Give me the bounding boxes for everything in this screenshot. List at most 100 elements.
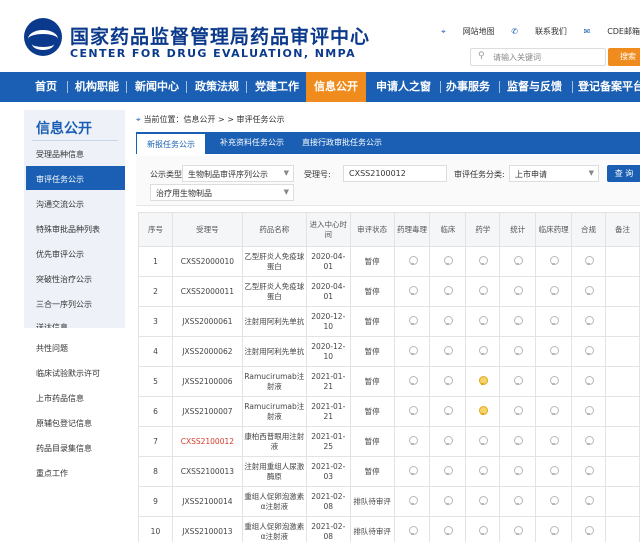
nav-item-party[interactable]: 党建工作 <box>255 72 299 102</box>
nav-item-applicant[interactable]: 申请人之窗 <box>376 72 431 102</box>
row-accept-no[interactable]: JXSS2100013 <box>171 516 243 542</box>
row-entry-date: 2021-01-21 <box>305 366 351 397</box>
row-accept-no[interactable]: CXSS2100013 <box>171 456 243 487</box>
row-accept-no[interactable]: CXSS2000010 <box>171 246 243 277</box>
sidebar-item-breakthrough[interactable]: 突破性治疗公示 <box>36 274 92 285</box>
sidebar-item-marketed-drugs[interactable]: 上市药品信息 <box>36 393 84 404</box>
sidebar-item-clinical-trial[interactable]: 临床试验默示许可 <box>36 368 100 379</box>
tab-direct-approval[interactable]: 直接行政审批任务公示 <box>302 132 382 154</box>
mail-link[interactable]: ✉ CDE邮箱 <box>583 26 640 37</box>
sub-category-select[interactable]: 治疗用生物制品 ▼ <box>150 184 294 201</box>
row-stage-cell <box>499 486 537 517</box>
row-stage-cell <box>429 516 467 542</box>
table-row[interactable]: 6 JXSS2100007 Ramucirumab注射液 2021-01-21 暂停 <box>138 396 640 427</box>
sidebar-item-priority[interactable]: 优先审评公示 <box>36 249 84 260</box>
lightbulb-icon <box>514 345 524 355</box>
cde-logo[interactable] <box>24 18 62 56</box>
lightbulb-icon <box>550 375 560 385</box>
row-stage-cell <box>571 486 606 517</box>
sitemap-link[interactable]: ⌖ 网站地图 <box>441 26 495 37</box>
nav-divider <box>246 81 247 93</box>
nav-item-services[interactable]: 办事服务 <box>446 72 490 102</box>
sidebar-divider <box>32 140 118 141</box>
lightbulb-icon <box>444 285 454 295</box>
mail-icon: ✉ <box>583 27 591 36</box>
lightbulb-icon <box>585 375 595 385</box>
lightbulb-icon <box>585 315 595 325</box>
row-stage-cell <box>535 486 573 517</box>
row-stage-cell <box>499 456 537 487</box>
row-accept-no[interactable]: JXSS2000061 <box>171 306 243 337</box>
lightbulb-icon <box>550 255 560 265</box>
accept-no-input[interactable]: CXSS2100012 <box>343 165 447 182</box>
table-header-row: 序号 受理号 药品名称 进入中心时间 审评状态 药理毒理 临床 药学 统计 临床… <box>138 212 640 247</box>
task-type-select[interactable]: 上市申请 ▼ <box>509 165 599 182</box>
tab-supplementary[interactable]: 补充资料任务公示 <box>220 132 284 154</box>
table-row[interactable]: 2 CXSS2000011 乙型肝炎人免疫球蛋白 2020-04-01 暂停 <box>138 276 640 307</box>
col-header-clinical: 临床 <box>429 212 467 247</box>
sidebar-item-key-work[interactable]: 重点工作 <box>36 468 68 479</box>
top-links: ⌖ 网站地图 ✆ 联系我们 ✉ CDE邮箱 <box>427 26 640 37</box>
row-no: 3 <box>138 306 173 337</box>
col-header-remark: 备注 <box>604 212 640 247</box>
sidebar-item-common-issues[interactable]: 共性问题 <box>36 343 68 354</box>
nav-item-registration[interactable]: 登记备案平台 <box>578 72 640 102</box>
row-stage-cell <box>571 276 606 307</box>
col-header-accept-no: 受理号 <box>171 212 243 247</box>
row-stage-cell <box>571 246 606 277</box>
row-remark <box>604 456 640 487</box>
query-button[interactable]: 查 询 <box>607 165 640 182</box>
table-row[interactable]: 9 JXSS2100014 重组人促卵泡激素α注射液 2021-02-08 排队待审评 <box>138 486 640 517</box>
nav-item-about[interactable]: 机构职能 <box>75 72 119 102</box>
nav-item-news[interactable]: 新闻中心 <box>135 72 179 102</box>
nav-item-home[interactable]: 首页 <box>35 72 57 102</box>
nav-item-feedback[interactable]: 监督与反馈 <box>507 72 562 102</box>
row-stage-cell <box>499 306 537 337</box>
row-stage-cell <box>393 486 431 517</box>
table-row[interactable]: 5 JXSS2100006 Ramucirumab注射液 2021-01-21 暂停 <box>138 366 640 397</box>
row-stage-cell <box>535 276 573 307</box>
breadcrumb-path[interactable]: 信息公开 > > 审评任务公示 <box>184 115 285 124</box>
lightbulb-icon <box>408 255 418 265</box>
search-button[interactable]: 搜索 <box>608 48 640 66</box>
sidebar-item-excipient[interactable]: 原辅包登记信息 <box>36 418 92 429</box>
lightbulb-on-icon <box>479 375 489 385</box>
lightbulb-icon <box>408 435 418 445</box>
tab-new-tasks[interactable]: 新报任务公示 <box>136 132 205 154</box>
lightbulb-icon <box>479 525 489 535</box>
category-label: 公示类型: <box>150 170 185 179</box>
contact-link[interactable]: ✆ 联系我们 <box>511 26 567 37</box>
category-select[interactable]: 生物制品审评序列公示 ▼ <box>182 165 294 182</box>
row-remark <box>604 246 640 277</box>
sidebar-item-delivery[interactable]: 送达信息 <box>36 322 68 328</box>
row-entry-date: 2021-01-25 <box>305 426 351 457</box>
table-row[interactable]: 8 CXSS2100013 注射用重组人尿激酶原 2021-02-03 暂停 <box>138 456 640 487</box>
nav-divider <box>186 81 187 93</box>
row-accept-no[interactable]: CXSS2100012 <box>171 426 243 457</box>
table-row[interactable]: 3 JXSS2000061 注射用阿利先单抗 2020-12-10 暂停 <box>138 306 640 337</box>
search-input[interactable]: ⚲ 请输入关键词 <box>470 48 606 66</box>
row-accept-no[interactable]: JXSS2100007 <box>171 396 243 427</box>
row-accept-no[interactable]: JXSS2100014 <box>171 486 243 517</box>
sidebar-item-catalog[interactable]: 药品目录集信息 <box>36 443 92 454</box>
row-accept-no[interactable]: CXSS2000011 <box>171 276 243 307</box>
row-status: 暂停 <box>349 426 395 457</box>
nav-divider <box>440 81 441 93</box>
row-accept-no[interactable]: JXSS2000062 <box>171 336 243 367</box>
nav-item-info-public[interactable]: 信息公开 <box>306 72 366 102</box>
table-row[interactable]: 1 CXSS2000010 乙型肝炎人免疫球蛋白 2020-04-01 暂停 <box>138 246 640 277</box>
sidebar-item-accepted[interactable]: 受理品种信息 <box>36 149 84 160</box>
table-row[interactable]: 7 CXSS2100012 康柏西普眼用注射液 2021-01-25 暂停 <box>138 426 640 457</box>
row-entry-date: 2021-02-03 <box>305 456 351 487</box>
table-row[interactable]: 4 JXSS2000062 注射用阿利先单抗 2020-12-10 暂停 <box>138 336 640 367</box>
sidebar-item-three-in-one[interactable]: 三合一序列公示 <box>36 299 92 310</box>
sidebar-item-special-approval[interactable]: 特殊审批品种列表 <box>36 224 100 235</box>
row-status: 暂停 <box>349 396 395 427</box>
row-accept-no[interactable]: JXSS2100006 <box>171 366 243 397</box>
sidebar-item-communication[interactable]: 沟通交流公示 <box>36 199 84 210</box>
row-stage-cell <box>499 276 537 307</box>
nav-item-policy[interactable]: 政策法规 <box>195 72 239 102</box>
table-row[interactable]: 10 JXSS2100013 重组人促卵泡激素α注射液 2021-02-08 排队待审评 <box>138 516 640 542</box>
chevron-down-icon: ▼ <box>283 169 289 177</box>
sidebar-item-review-tasks[interactable]: 审评任务公示 <box>36 174 84 185</box>
